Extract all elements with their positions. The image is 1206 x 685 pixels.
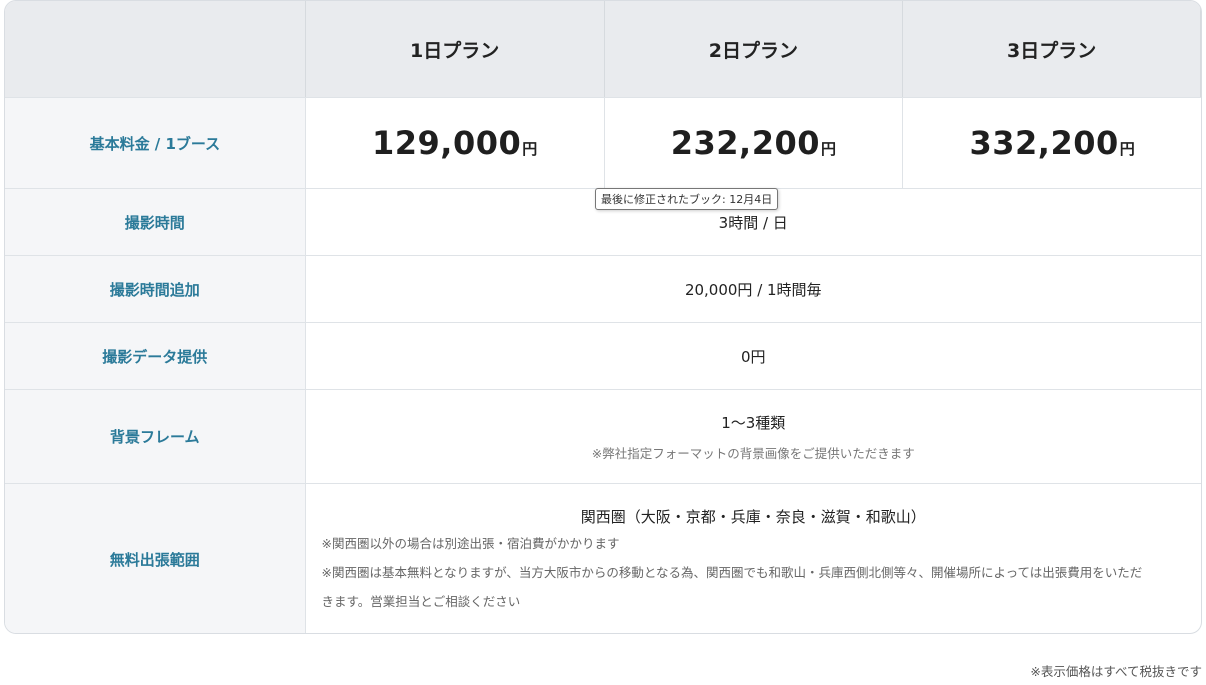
- row-value-text: 3時間 / 日: [718, 213, 788, 232]
- price-value: 129,000: [371, 124, 522, 162]
- row-value: 0円: [306, 323, 1202, 389]
- plan-1day-header: 1日プラン: [305, 1, 605, 97]
- price-unit: 円: [820, 140, 836, 158]
- plan-name: 2日プラン: [708, 39, 798, 62]
- plan-2day-header: 2日プラン: [604, 1, 904, 97]
- row-label-text: 撮影時間追加: [109, 280, 200, 299]
- table-row-base-fee: 基本料金 / 1ブース 129,000 円 232,200 円 332,200 円: [5, 98, 1201, 189]
- price-value: 232,200: [670, 124, 820, 162]
- row-value-text: 関西圏（大阪・京都・兵庫・奈良・滋賀・和歌山）: [580, 508, 926, 526]
- row-label: 無料出張範囲: [5, 484, 306, 633]
- row-value: 1〜3種類 ※弊社指定フォーマットの背景画像をご提供いただきます: [306, 390, 1202, 483]
- tax-note: ※表示価格はすべて税抜きです: [1030, 664, 1202, 679]
- row-value: 関西圏（大阪・京都・兵庫・奈良・滋賀・和歌山） ※関西圏以外の場合は別途出張・宿…: [306, 484, 1202, 633]
- travel-note: ※関西圏以外の場合は別途出張・宿泊費がかかります: [321, 536, 620, 551]
- travel-note: ※関西圏は基本無料となりますが、当方大阪市からの移動となる為、関西圏でも和歌山・…: [321, 565, 1143, 580]
- row-label-text: 背景フレーム: [109, 428, 200, 446]
- header-empty-cell: [5, 1, 306, 97]
- price-value: 332,200: [969, 124, 1119, 162]
- row-value-text: 20,000円 / 1時間毎: [684, 280, 822, 299]
- table-row-travel: 無料出張範囲 関西圏（大阪・京都・兵庫・奈良・滋賀・和歌山） ※関西圏以外の場合…: [5, 484, 1202, 633]
- table-header-row: 1日プラン 2日プラン 3日プラン: [5, 1, 1201, 98]
- row-value-text: 1〜3種類: [721, 413, 786, 432]
- row-label: 背景フレーム: [5, 390, 306, 483]
- table-row-extra-time: 撮影時間追加 20,000円 / 1時間毎: [5, 256, 1201, 323]
- row-label: 撮影データ提供: [5, 323, 306, 389]
- row-label-text: 基本料金 / 1ブース: [89, 134, 221, 153]
- row-value-text: 0円: [740, 347, 766, 366]
- travel-notes: ※関西圏以外の場合は別途出張・宿泊費がかかります ※関西圏は基本無料となりますが…: [306, 529, 1143, 616]
- row-label: 撮影時間: [5, 189, 306, 255]
- tooltip: 最後に修正されたブック: 12月4日: [595, 188, 779, 210]
- price-unit: 円: [1119, 140, 1135, 158]
- row-note: ※弊社指定フォーマットの背景画像をご提供いただきます: [591, 445, 915, 461]
- row-value: 20,000円 / 1時間毎: [306, 256, 1202, 322]
- plan-name: 1日プラン: [410, 39, 500, 62]
- row-label-text: 無料出張範囲: [109, 551, 200, 569]
- row-label: 撮影時間追加: [5, 256, 306, 322]
- row-label-text: 撮影データ提供: [102, 347, 208, 366]
- price-2day: 232,200 円: [605, 98, 904, 188]
- pricing-table: 1日プラン 2日プラン 3日プラン 基本料金 / 1ブース 129,000 円 2…: [4, 0, 1202, 634]
- price-1day: 129,000 円: [306, 98, 605, 188]
- row-label: 基本料金 / 1ブース: [5, 98, 306, 188]
- table-row-data-provide: 撮影データ提供 0円: [5, 323, 1201, 390]
- travel-note: きます。営業担当とご相談ください: [321, 594, 521, 609]
- table-row-frame: 背景フレーム 1〜3種類 ※弊社指定フォーマットの背景画像をご提供いただきます: [5, 390, 1201, 484]
- row-label-text: 撮影時間: [124, 213, 185, 232]
- plan-name: 3日プラン: [1007, 39, 1097, 62]
- plan-3day-header: 3日プラン: [903, 1, 1201, 97]
- price-unit: 円: [522, 140, 538, 158]
- price-3day: 332,200 円: [903, 98, 1201, 188]
